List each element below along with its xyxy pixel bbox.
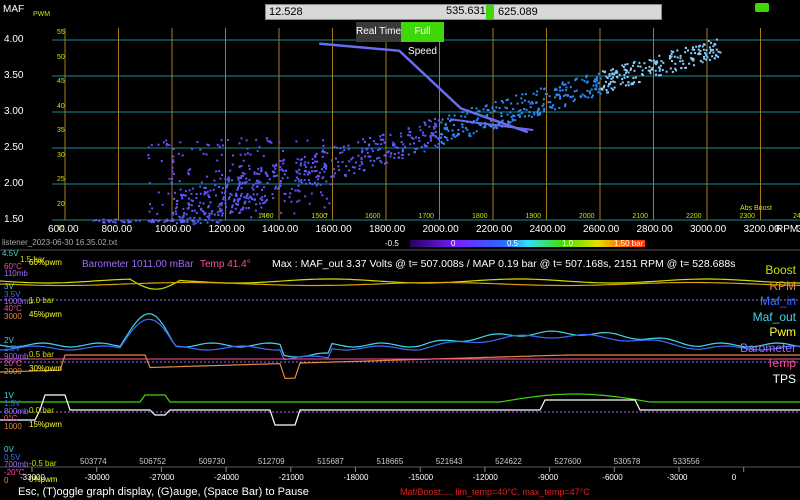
scale-label: 110mb xyxy=(4,269,28,278)
scale-label: 2000 xyxy=(4,367,22,376)
rel-tick-label: -15000 xyxy=(408,473,434,482)
scale-label: 30%pwm xyxy=(29,364,62,373)
scale-label: 4.5V xyxy=(2,249,19,258)
time-mark: 503774 xyxy=(80,457,107,466)
time-trace-chart xyxy=(0,249,800,472)
time-mark: 509730 xyxy=(198,457,226,466)
maf-out-trace xyxy=(0,313,800,358)
time-mark: 521643 xyxy=(435,457,463,466)
scale-label: 45%pwm xyxy=(29,310,62,319)
legend-pwm: Pwm xyxy=(769,325,796,339)
keyboard-help: Esc, (T)oggle graph display, (G)auge, (S… xyxy=(18,486,309,498)
scale-label: 15%pwm xyxy=(29,420,62,429)
scale-label: 0 xyxy=(4,476,9,485)
scale-label: 0.5 bar xyxy=(29,350,54,359)
rel-tick-label: -12000 xyxy=(472,473,498,482)
legend-boost: Boost xyxy=(765,263,796,277)
rel-tick-label: -3000 xyxy=(667,473,688,482)
legend-rpm: RPM xyxy=(769,278,796,293)
scale-label: 60%pwm xyxy=(29,258,62,267)
status-text: Maf/Boost:..., lim_temp=40°C, max_temp=4… xyxy=(400,487,590,497)
legend-maf-out: Maf_out xyxy=(752,309,796,324)
time-mark: 533556 xyxy=(673,457,700,466)
rel-tick-label: -18000 xyxy=(343,473,369,482)
rel-tick-label: -27000 xyxy=(149,473,175,482)
maf-in-trace xyxy=(0,318,800,361)
time-mark: 518665 xyxy=(376,457,404,466)
legend-tps: TPS xyxy=(772,371,796,386)
legend-barometer: Barometer xyxy=(739,340,796,355)
time-mark: 524622 xyxy=(495,457,522,466)
scale-label: 1.0 bar xyxy=(29,296,54,305)
legend-maf-in: Maf_in xyxy=(759,294,796,308)
time-mark: 527600 xyxy=(554,457,582,466)
rel-tick-label: -9000 xyxy=(537,473,559,482)
scale-label: -0.5 bar xyxy=(29,459,57,468)
time-mark: 512709 xyxy=(257,457,285,466)
tps-trace xyxy=(0,394,800,426)
legend-temp: Temp xyxy=(766,356,796,370)
time-mark: 515687 xyxy=(317,457,344,466)
rel-tick-label: -30000 xyxy=(84,473,110,482)
boost-green-trace xyxy=(0,393,800,403)
rel-tick-label: 0 xyxy=(731,473,737,482)
pwm-trace xyxy=(0,281,800,287)
rel-tick-label: -24000 xyxy=(214,473,240,482)
rel-tick-label: -6000 xyxy=(602,473,623,482)
temp-readout: Temp 41.4° xyxy=(200,259,251,270)
scale-label: 0.0 bar xyxy=(29,406,54,415)
barometer-readout: Barometer 1011.00 mBar xyxy=(82,259,194,270)
max-values-line: Max : MAF_out 3.37 Volts @ t= 507.008s /… xyxy=(272,258,736,270)
time-mark: 530578 xyxy=(613,457,641,466)
rel-tick-label: -21000 xyxy=(278,473,304,482)
rel-tick-label: -33000 xyxy=(20,473,45,482)
scale-label: 3000 xyxy=(4,312,22,321)
time-mark: 506752 xyxy=(139,457,166,466)
scale-label: 1000 xyxy=(4,422,22,431)
